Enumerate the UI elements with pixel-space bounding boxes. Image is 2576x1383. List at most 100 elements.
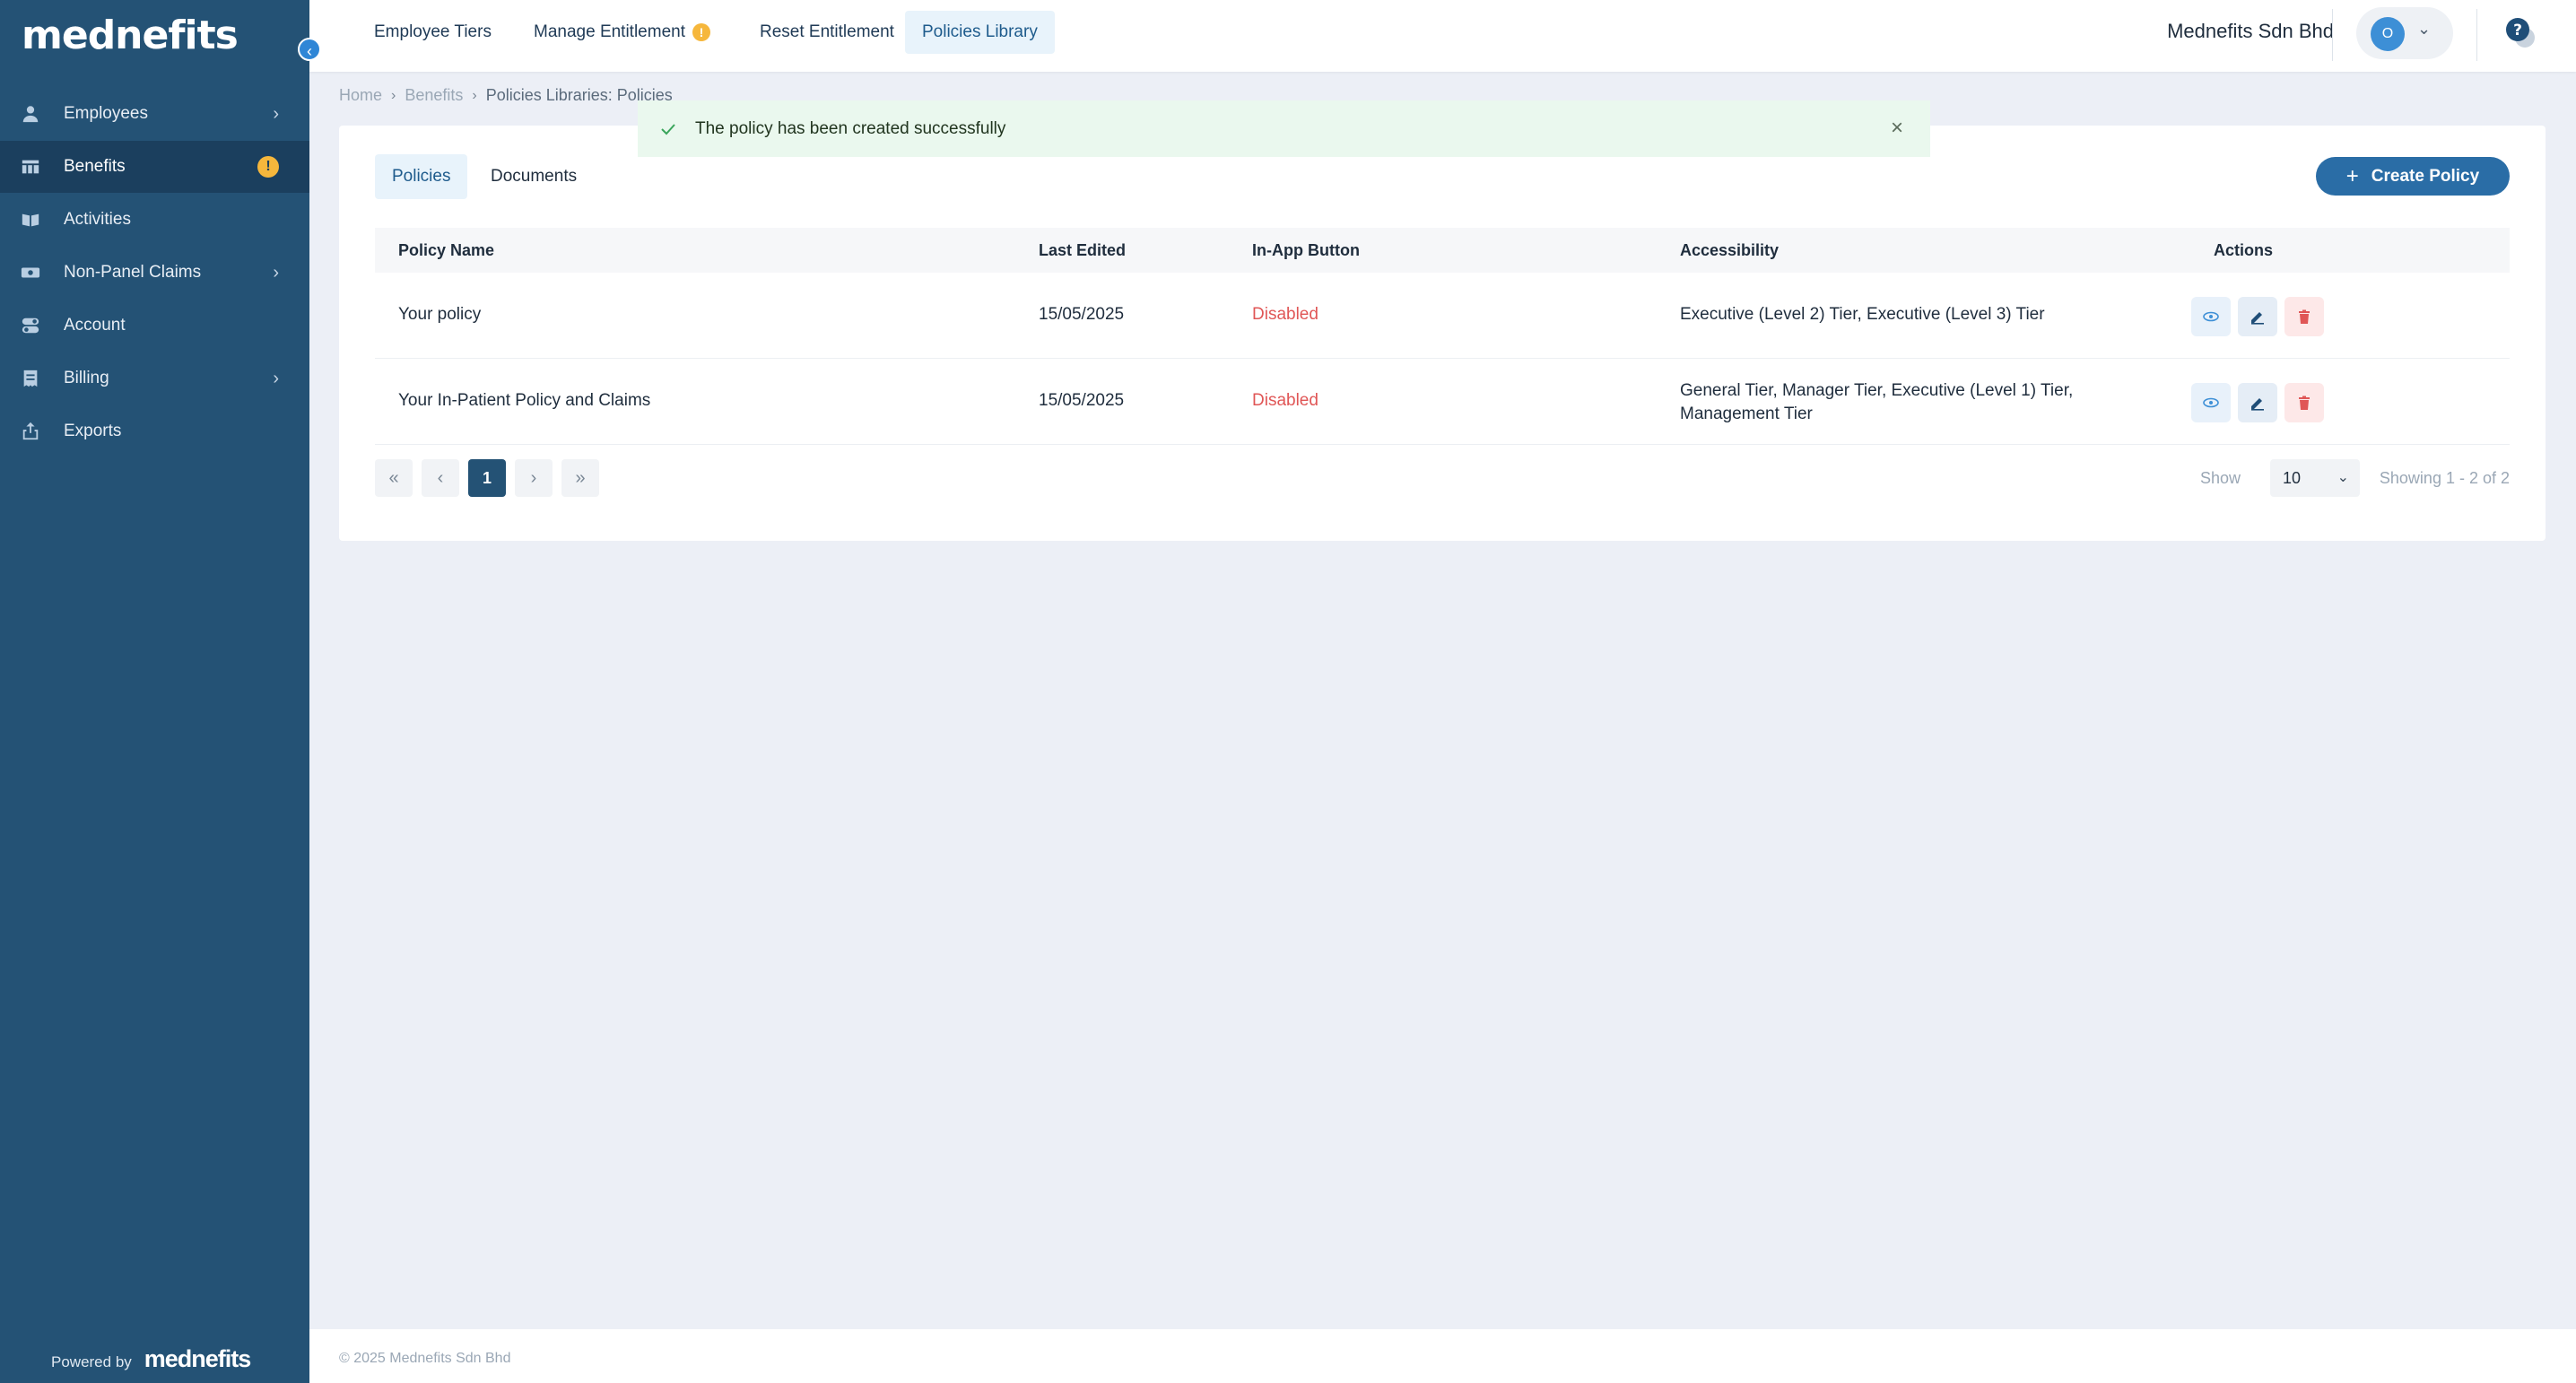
- sidebar-item-activities[interactable]: Activities: [0, 194, 309, 246]
- chevron-down-icon: ⌄: [2337, 470, 2349, 485]
- copyright: © 2025 Mednefits Sdn Bhd: [339, 1351, 511, 1366]
- pencil-icon: [2251, 398, 2264, 411]
- user-menu[interactable]: O ⌄: [2356, 7, 2453, 59]
- accessibility: Executive (Level 2) Tier, Executive (Lev…: [1680, 305, 2045, 324]
- edit-button[interactable]: [2238, 297, 2277, 336]
- header-actions: Actions: [2214, 241, 2274, 259]
- top-nav: Employee Tiers Manage Entitlement! Reset…: [309, 0, 2576, 72]
- next-page-button[interactable]: ›: [515, 459, 553, 497]
- policy-name: Your In-Patient Policy and Claims: [398, 391, 651, 410]
- person-icon: [20, 104, 41, 124]
- policies-card: Policies Documents + Create Policy Polic…: [339, 126, 2546, 541]
- toast-message: The policy has been created successfully: [695, 118, 1006, 138]
- footer-logo: mednefits: [144, 1345, 252, 1372]
- check-icon: [661, 123, 675, 135]
- tab-reset-entitlement[interactable]: Reset Entitlement: [743, 11, 911, 54]
- sidebar-nav: Employees › Benefits ! Activities Non-Pa…: [0, 88, 309, 458]
- book-icon: [20, 210, 41, 230]
- sidebar-item-benefits[interactable]: Benefits !: [0, 141, 309, 193]
- sidebar-item-label: Benefits: [64, 157, 126, 176]
- sidebar-item-label: Account: [64, 316, 126, 335]
- sidebar-item-employees[interactable]: Employees ›: [0, 88, 309, 140]
- last-edited: 15/05/2025: [1039, 391, 1125, 410]
- powered-by: Powered by mednefits: [51, 1345, 252, 1373]
- chevron-right-icon: ›: [273, 368, 279, 388]
- trash-icon: [2299, 396, 2310, 410]
- collapse-sidebar-button[interactable]: ‹: [298, 38, 321, 61]
- sidebar-item-billing[interactable]: Billing ›: [0, 352, 309, 404]
- accessibility: General Tier, Manager Tier, Executive (L…: [1680, 381, 2074, 423]
- tab-policies[interactable]: Policies: [375, 154, 468, 199]
- delete-button[interactable]: [2284, 383, 2324, 422]
- page-button[interactable]: 1: [468, 459, 506, 497]
- sidebar-item-label: Activities: [64, 210, 131, 229]
- showing-count: Showing 1 - 2 of 2: [2379, 469, 2510, 487]
- sidebar-item-exports[interactable]: Exports: [0, 405, 309, 457]
- chevron-right-icon: ›: [472, 87, 477, 103]
- tab-label: Reset Entitlement: [760, 22, 894, 41]
- pagination: « ‹ 1 › » Show 10 ⌄ Showing 1 - 2 of 2: [375, 459, 2510, 499]
- sidebar-item-label: Billing: [64, 369, 109, 387]
- page-size-value: 10: [2283, 469, 2302, 487]
- mednefits-logo[interactable]: mednefits: [22, 13, 239, 58]
- footer: © 2025 Mednefits Sdn Bhd: [309, 1329, 2576, 1383]
- policies-table: Policy Name Last Edited In-App Button Ac…: [375, 228, 2510, 445]
- last-edited: 15/05/2025: [1039, 305, 1125, 324]
- sidebar-item-label: Employees: [64, 104, 148, 123]
- close-icon[interactable]: ×: [1891, 117, 1903, 139]
- chevron-right-icon: ›: [273, 262, 279, 283]
- header-last-edited: Last Edited: [1039, 241, 1127, 259]
- plus-icon: +: [2345, 163, 2359, 188]
- delete-button[interactable]: [2284, 297, 2324, 336]
- view-button[interactable]: [2191, 383, 2231, 422]
- divider: [2332, 9, 2333, 61]
- chevron-right-icon: ›: [273, 103, 279, 124]
- tab-manage-entitlement[interactable]: Manage Entitlement!: [517, 11, 727, 54]
- in-app-status: Disabled: [1252, 391, 1318, 410]
- warning-icon: !: [692, 22, 710, 41]
- create-policy-label: Create Policy: [2371, 166, 2480, 186]
- chevron-right-icon: ›: [391, 87, 396, 103]
- edit-button[interactable]: [2238, 383, 2277, 422]
- tab-employee-tiers[interactable]: Employee Tiers: [357, 11, 509, 54]
- sidebar: mednefits Employees › Benefits ! Activit…: [0, 0, 309, 1383]
- table-row: Your In-Patient Policy and Claims 15/05/…: [375, 359, 2510, 445]
- table-icon: [20, 157, 41, 177]
- table-row: Your policy 15/05/2025 Disabled Executiv…: [375, 273, 2510, 359]
- sidebar-item-label: Non-Panel Claims: [64, 263, 202, 282]
- header-accessibility: Accessibility: [1680, 241, 1780, 259]
- policy-name: Your policy: [398, 305, 482, 324]
- toggle-icon: [20, 316, 41, 335]
- show-label: Show: [2199, 469, 2241, 487]
- table-header: Policy Name Last Edited In-App Button Ac…: [375, 228, 2510, 273]
- tab-documents[interactable]: Documents: [474, 154, 594, 199]
- company-name: Mednefits Sdn Bhd: [2167, 20, 2334, 42]
- breadcrumb: Home › Benefits › Policies Libraries: Po…: [339, 86, 673, 105]
- trash-icon: [2299, 309, 2310, 324]
- header-in-app-button: In-App Button: [1252, 241, 1360, 259]
- create-policy-button[interactable]: + Create Policy: [2316, 157, 2510, 196]
- breadcrumb-benefits[interactable]: Benefits: [405, 86, 463, 105]
- success-toast: The policy has been created successfully…: [638, 100, 1930, 157]
- tab-label: Manage Entitlement: [534, 22, 685, 41]
- sidebar-item-label: Exports: [64, 422, 122, 440]
- pencil-icon: [2251, 312, 2264, 325]
- svg-text:?: ?: [2513, 22, 2522, 39]
- export-icon: [20, 422, 41, 441]
- help-icon[interactable]: ?: [2503, 16, 2537, 50]
- prev-page-button[interactable]: ‹: [422, 459, 459, 497]
- page-size-select[interactable]: 10 ⌄: [2270, 459, 2360, 497]
- tab-label: Employee Tiers: [374, 22, 492, 41]
- chevron-down-icon: ⌄: [2417, 20, 2432, 38]
- warning-badge: !: [257, 156, 279, 178]
- divider: [2476, 9, 2477, 61]
- tab-policies-library[interactable]: Policies Library: [905, 11, 1055, 54]
- sidebar-item-account[interactable]: Account: [0, 300, 309, 352]
- breadcrumb-home[interactable]: Home: [339, 86, 382, 105]
- first-page-button[interactable]: «: [375, 459, 413, 497]
- view-button[interactable]: [2191, 297, 2231, 336]
- last-page-button[interactable]: »: [561, 459, 599, 497]
- sidebar-item-non-panel-claims[interactable]: Non-Panel Claims ›: [0, 247, 309, 299]
- header-policy-name: Policy Name: [398, 241, 495, 259]
- invoice-icon: [20, 369, 41, 388]
